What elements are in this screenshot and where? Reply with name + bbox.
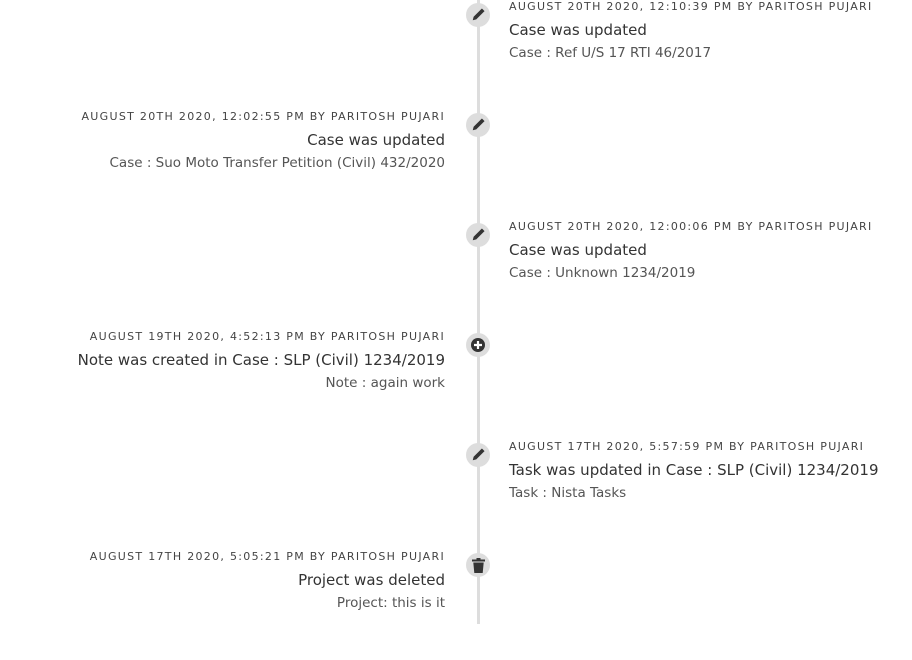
entry-text: AUGUST 19TH 2020, 4:52:13 PM BY PARITOSH… <box>78 330 445 392</box>
entry-meta: AUGUST 17TH 2020, 5:05:21 PM BY PARITOSH… <box>89 550 445 563</box>
timeline-entry: AUGUST 17TH 2020, 5:57:59 PM BY PARITOSH… <box>0 440 912 550</box>
entry-title: Case was updated <box>509 241 647 259</box>
entry-text: AUGUST 20TH 2020, 12:10:39 PM BY PARITOS… <box>509 0 873 62</box>
timeline-entry: AUGUST 17TH 2020, 5:05:21 PM BY PARITOSH… <box>0 550 912 660</box>
entry-detail: Note : again work <box>325 375 445 391</box>
entry-detail: Case : Ref U/S 17 RTI 46/2017 <box>509 45 712 61</box>
timeline-entry: AUGUST 20TH 2020, 12:00:06 PM BY PARITOS… <box>0 220 912 330</box>
entry-detail: Case : Unknown 1234/2019 <box>509 265 696 281</box>
entry-meta: AUGUST 20TH 2020, 12:10:39 PM BY PARITOS… <box>509 0 873 13</box>
entry-title: Case was updated <box>509 21 647 39</box>
entry-title: Task was updated in Case : SLP (Civil) 1… <box>509 461 879 479</box>
timeline-entry: AUGUST 20TH 2020, 12:10:39 PM BY PARITOS… <box>0 0 912 110</box>
entry-meta: AUGUST 19TH 2020, 4:52:13 PM BY PARITOSH… <box>89 330 445 343</box>
entry-text: AUGUST 20TH 2020, 12:02:55 PM BY PARITOS… <box>81 110 445 172</box>
entry-meta: AUGUST 20TH 2020, 12:00:06 PM BY PARITOS… <box>509 220 873 233</box>
entry-text: AUGUST 17TH 2020, 5:05:21 PM BY PARITOSH… <box>90 550 445 612</box>
entry-title: Note was created in Case : SLP (Civil) 1… <box>77 351 445 369</box>
pencil-icon <box>466 223 490 247</box>
plus-circle-icon <box>466 333 490 357</box>
pencil-icon <box>466 443 490 467</box>
entry-title: Project was deleted <box>298 571 445 589</box>
entry-text: AUGUST 17TH 2020, 5:57:59 PM BY PARITOSH… <box>509 440 879 502</box>
entry-meta: AUGUST 20TH 2020, 12:02:55 PM BY PARITOS… <box>81 110 445 123</box>
entry-title: Case was updated <box>307 131 445 149</box>
entry-meta: AUGUST 17TH 2020, 5:57:59 PM BY PARITOSH… <box>509 440 865 453</box>
entry-detail: Project: this is it <box>336 595 445 611</box>
timeline-entry: AUGUST 19TH 2020, 4:52:13 PM BY PARITOSH… <box>0 330 912 440</box>
entry-text: AUGUST 20TH 2020, 12:00:06 PM BY PARITOS… <box>509 220 873 282</box>
trash-icon <box>466 553 490 577</box>
entry-detail: Case : Suo Moto Transfer Petition (Civil… <box>109 155 446 171</box>
pencil-icon <box>466 3 490 27</box>
pencil-icon <box>466 113 490 137</box>
timeline-entry: AUGUST 20TH 2020, 12:02:55 PM BY PARITOS… <box>0 110 912 220</box>
entry-detail: Task : Nista Tasks <box>509 485 627 501</box>
